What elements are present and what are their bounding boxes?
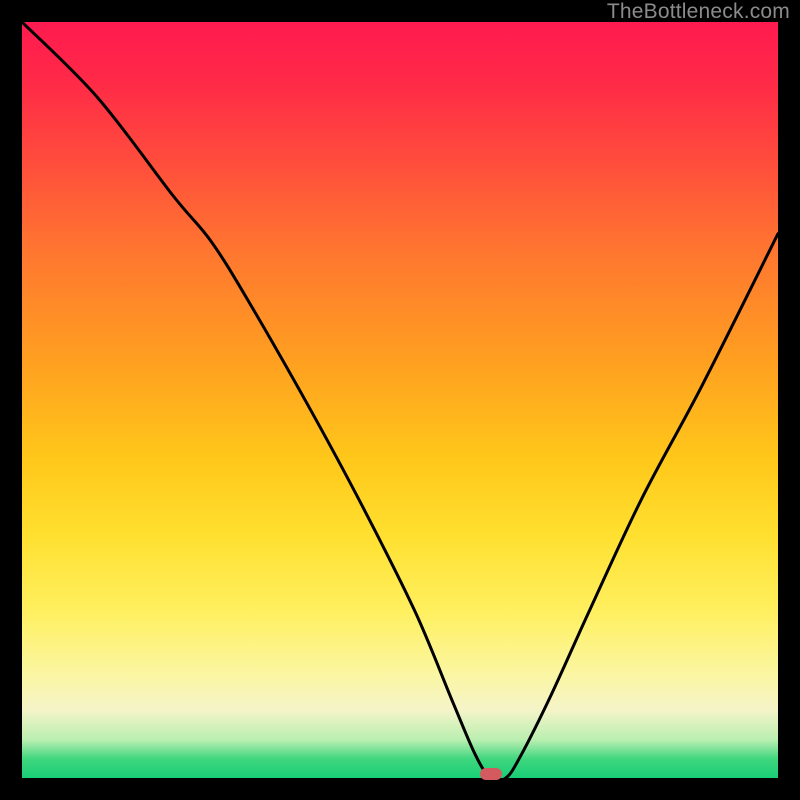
- chart-frame: TheBottleneck.com: [0, 0, 800, 800]
- curve-path: [22, 22, 778, 778]
- watermark-text: TheBottleneck.com: [607, 0, 790, 24]
- bottleneck-curve: [22, 22, 778, 778]
- plot-area: [22, 22, 778, 778]
- optimal-marker: [480, 768, 502, 780]
